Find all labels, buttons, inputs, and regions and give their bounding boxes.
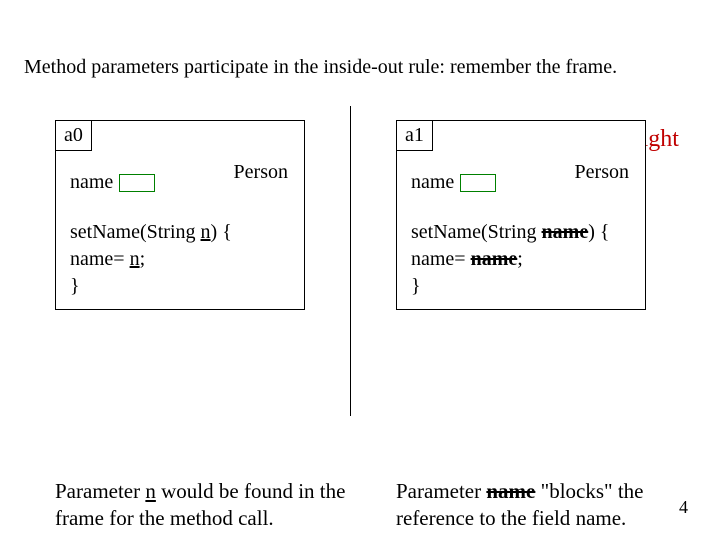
caption-text: .: [621, 506, 626, 530]
field-row: name: [70, 171, 155, 194]
rhs-n: n: [130, 248, 140, 270]
left-caption: Parameter n would be found in the frame …: [55, 478, 355, 532]
field-row: name: [411, 171, 496, 194]
object-tag-a1: a1: [396, 120, 433, 151]
code-text: ;: [140, 248, 146, 270]
method-code-left: setName(String n) { name= n; }: [70, 219, 294, 300]
code-text: name=: [70, 248, 130, 270]
object-class-label: Person: [575, 161, 629, 184]
code-text: }: [70, 275, 80, 297]
code-text: name=: [411, 248, 471, 270]
slide-title: Method parameters participate in the ins…: [24, 56, 700, 79]
field-name-label: name: [70, 171, 113, 194]
object-tag-a0: a0: [55, 120, 92, 151]
code-text: setName(String: [411, 221, 542, 243]
object-box-a1: a1 Person name setName(String name) { na…: [396, 120, 646, 310]
column-divider: [350, 106, 351, 416]
param-n: n: [201, 221, 211, 243]
field-value-box: [119, 174, 155, 192]
caption-param: name: [486, 479, 535, 503]
rhs-name: name: [471, 248, 518, 270]
slide: Method parameters participate in the ins…: [0, 0, 720, 540]
caption-text: Parameter: [396, 479, 486, 503]
code-text: ) {: [588, 221, 609, 243]
field-name-label: name: [411, 171, 454, 194]
page-number: 4: [679, 497, 688, 518]
code-text: ;: [517, 248, 523, 270]
object-class-label: Person: [234, 161, 288, 184]
object-box-a0: a0 Person name setName(String n) { name=…: [55, 120, 305, 310]
code-text: setName(String: [70, 221, 201, 243]
code-text: }: [411, 275, 421, 297]
code-text: ) {: [211, 221, 232, 243]
right-caption: Parameter name "blocks" the reference to…: [396, 478, 696, 532]
caption-param: n: [145, 479, 156, 503]
field-value-box: [460, 174, 496, 192]
caption-text: Parameter: [55, 479, 145, 503]
method-code-right: setName(String name) { name= name; }: [411, 219, 635, 300]
param-name: name: [542, 221, 589, 243]
caption-field: name: [576, 506, 621, 530]
